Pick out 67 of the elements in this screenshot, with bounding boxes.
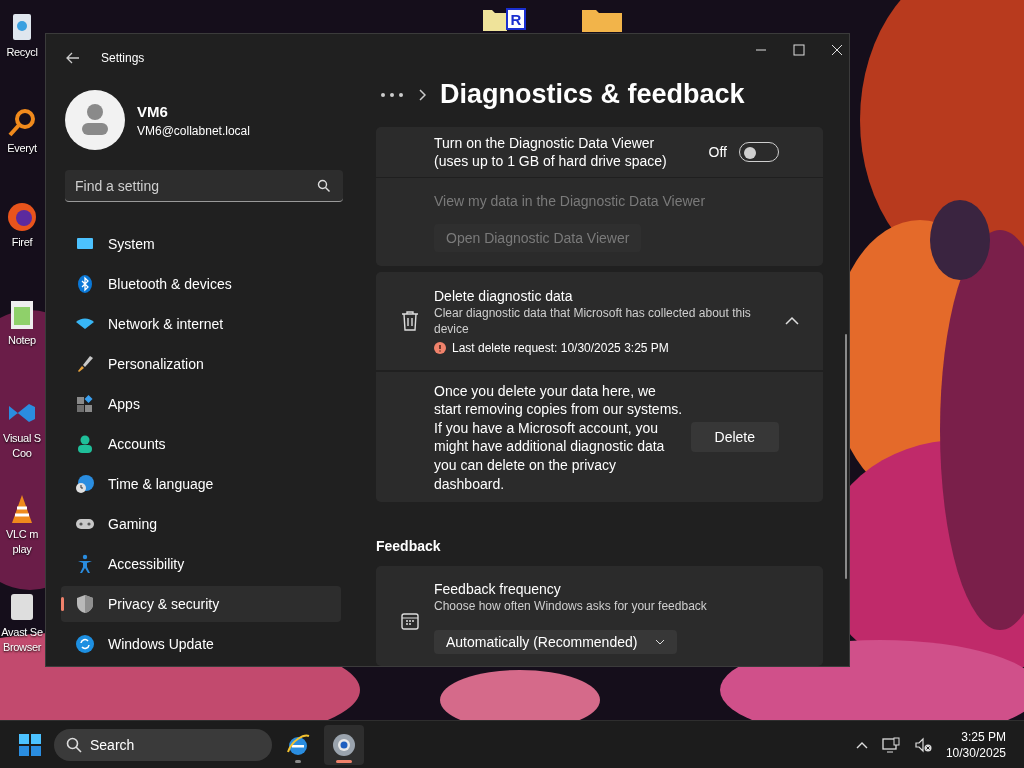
calendar-icon <box>401 612 419 631</box>
section-heading: Feedback <box>376 538 442 555</box>
setting-description: Choose how often Windows asks for your feedback <box>434 598 707 615</box>
search-label: Search <box>90 736 135 753</box>
search-icon <box>66 736 82 753</box>
gear-icon <box>331 731 357 758</box>
nav-item[interactable]: Gaming <box>61 506 341 542</box>
nav-icon <box>75 634 95 654</box>
nav-item[interactable]: Accessibility <box>61 546 341 582</box>
nav-icon <box>75 474 95 494</box>
nav-item[interactable]: Privacy & security <box>61 586 341 622</box>
icon-label: Firef <box>11 236 33 249</box>
nav-item[interactable]: Accounts <box>61 426 341 462</box>
nav-item[interactable]: Personalization <box>61 346 341 382</box>
nav-icon <box>75 274 95 294</box>
chevron-down-icon <box>655 639 666 646</box>
avatar-icon[interactable] <box>65 90 125 150</box>
setting-title: Turn on the Diagnostic Data Viewer (uses up to 1 GB of hard drive space) <box>434 134 668 171</box>
frequency-dropdown[interactable]: Automatically (Recommended) <box>434 630 678 655</box>
nav-item[interactable]: Network & internet <box>61 306 341 342</box>
nav-item[interactable]: System <box>61 226 341 262</box>
icon-label: Everyt <box>7 142 37 155</box>
nav-item[interactable]: Time & language <box>61 466 341 502</box>
icon-label: Visual S <box>3 432 41 445</box>
setting-text: Once you delete your data here, we start removing copies from our systems. If you have a Microsoft account, you might have additional diagnostic data you can delete on the privacy dashboard. <box>434 381 684 494</box>
chevron-up-icon[interactable] <box>855 740 868 749</box>
nav-item[interactable]: Windows Update <box>61 626 341 662</box>
start-icon[interactable] <box>18 732 42 757</box>
search-field[interactable]: Find a setting <box>65 170 343 202</box>
setting-description: Clear diagnostic data that Microsoft has collected about this device <box>434 305 752 338</box>
setting-text: View my data in the Diagnostic Data Viewer <box>434 192 706 211</box>
icon-label: VLC m <box>5 528 39 541</box>
nav-icon <box>75 594 95 614</box>
taskbar-search[interactable]: Search <box>54 728 272 761</box>
more-icon[interactable] <box>380 91 404 98</box>
chevron-icon <box>418 88 426 101</box>
icon-badge: R <box>506 8 526 30</box>
nav-icon <box>75 434 95 454</box>
network-icon[interactable] <box>881 736 900 753</box>
icon-label: play <box>12 543 32 556</box>
setting-title: Delete diagnostic data <box>434 287 574 306</box>
muted-speaker-icon[interactable] <box>913 736 932 753</box>
toggle-label: Off <box>708 143 727 162</box>
clock[interactable]: 3:25 PM 10/30/2025 <box>945 728 1006 761</box>
nav-icon <box>75 394 95 414</box>
warning-text: Last delete request: 10/30/2025 3:25 PM <box>452 341 669 356</box>
nav-item[interactable]: Bluetooth & devices <box>61 266 341 302</box>
account-email: VM6@collabnet.local <box>137 123 250 138</box>
delete-button[interactable]: Delete <box>690 422 779 453</box>
chevron-up-icon[interactable] <box>785 316 799 327</box>
search-icon[interactable] <box>317 179 331 193</box>
setting-title: Feedback frequency <box>434 580 562 599</box>
maximize-icon[interactable] <box>793 43 805 56</box>
trash-icon <box>400 310 420 333</box>
warning-icon <box>434 342 446 355</box>
icon-label: Coo <box>12 447 32 460</box>
page-title: Diagnostics & feedback <box>440 79 745 111</box>
nav-icon <box>75 354 95 374</box>
account-name: VM6 <box>137 102 169 120</box>
icon-label: Browser <box>2 641 42 654</box>
close-icon[interactable] <box>831 43 843 56</box>
taskbar-app[interactable] <box>324 724 364 765</box>
icon-label: Notep <box>8 334 36 347</box>
back-icon[interactable] <box>65 50 81 66</box>
window-title: Settings <box>101 51 145 65</box>
nav-item[interactable]: Apps <box>61 386 341 422</box>
icon-label: Recycl <box>6 46 38 59</box>
